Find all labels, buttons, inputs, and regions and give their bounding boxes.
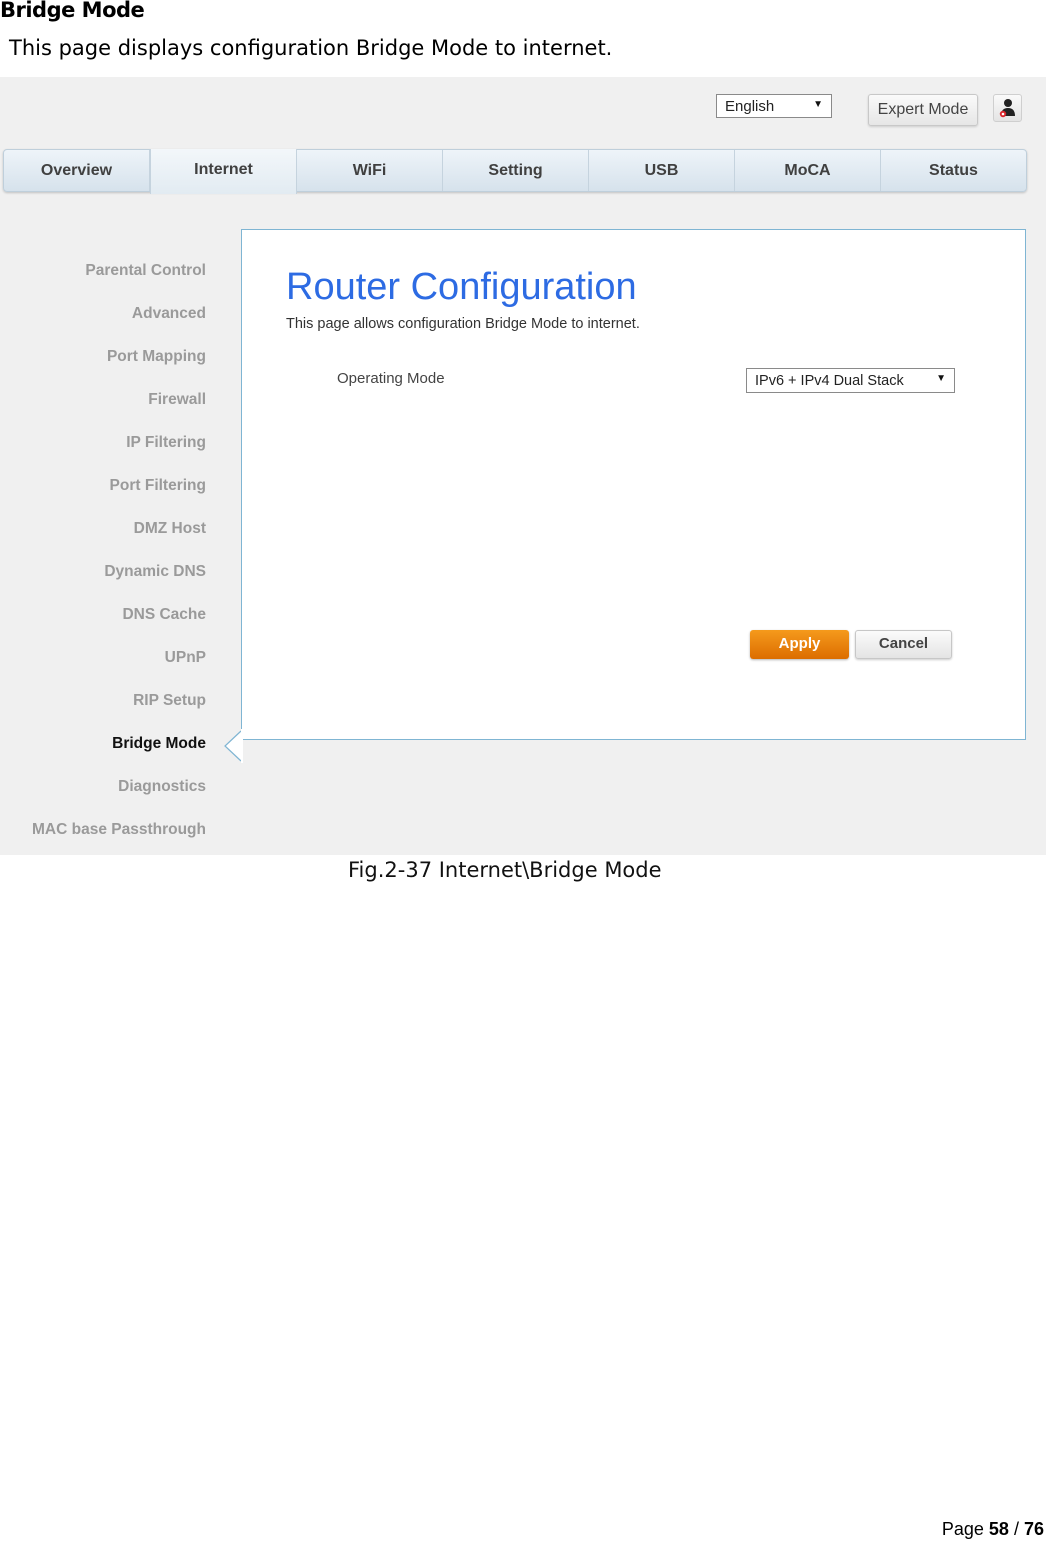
operating-mode-value: IPv6 + IPv4 Dual Stack	[755, 373, 904, 389]
language-select[interactable]: English ▼	[716, 94, 832, 118]
page-separator: /	[1013, 1519, 1019, 1539]
sidebar-item-bridge-mode[interactable]: Bridge Mode	[32, 726, 206, 769]
tab-internet[interactable]: Internet	[150, 149, 297, 194]
page-current: 58	[988, 1519, 1009, 1539]
operating-mode-select[interactable]: IPv6 + IPv4 Dual Stack ▼	[746, 368, 955, 393]
dropdown-arrow-icon: ▼	[813, 99, 823, 110]
sidebar-item-firewall[interactable]: Firewall	[32, 382, 206, 425]
sidebar-item-dns-cache[interactable]: DNS Cache	[32, 597, 206, 640]
content-panel: Router Configuration This page allows co…	[241, 229, 1026, 740]
sidebar-item-port-mapping[interactable]: Port Mapping	[32, 339, 206, 382]
page-total: 76	[1023, 1519, 1044, 1539]
sidebar-item-advanced[interactable]: Advanced	[32, 296, 206, 339]
operating-mode-label: Operating Mode	[337, 370, 445, 387]
main-nav-tabs: Overview Internet WiFi Setting USB MoCA …	[3, 149, 1027, 194]
sidebar-menu: Parental Control Advanced Port Mapping F…	[32, 253, 206, 855]
sidebar-item-upnp[interactable]: UPnP	[32, 640, 206, 683]
sidebar-item-rip-setup[interactable]: RIP Setup	[32, 683, 206, 726]
apply-button[interactable]: Apply	[750, 630, 849, 659]
page-label: Page	[941, 1519, 984, 1539]
sidebar-item-ip-filtering[interactable]: IP Filtering	[32, 425, 206, 468]
user-button[interactable]	[993, 94, 1022, 122]
sidebar-item-mac-base-passthrough[interactable]: MAC base Passthrough	[32, 812, 206, 855]
page-description: This page allows configuration Bridge Mo…	[286, 316, 640, 332]
sidebar-item-diagnostics[interactable]: Diagnostics	[32, 769, 206, 812]
expert-mode-button[interactable]: Expert Mode	[868, 94, 978, 126]
router-ui-screenshot: English ▼ Expert Mode Overview Internet …	[0, 77, 1046, 855]
dropdown-arrow-icon: ▼	[936, 373, 946, 384]
sidebar-item-dynamic-dns[interactable]: Dynamic DNS	[32, 554, 206, 597]
user-logout-icon	[999, 99, 1015, 118]
figure-caption: Fig.2-37 Internet\Bridge Mode	[348, 858, 662, 882]
section-heading: Bridge Mode	[0, 0, 145, 22]
tab-setting[interactable]: Setting	[443, 150, 589, 191]
tab-usb[interactable]: USB	[589, 150, 735, 191]
language-value: English	[725, 98, 775, 115]
active-item-pointer-icon	[224, 729, 243, 763]
cancel-button[interactable]: Cancel	[855, 630, 952, 659]
sidebar-item-dmz-host[interactable]: DMZ Host	[32, 511, 206, 554]
section-intro: This page displays configuration Bridge …	[9, 36, 613, 60]
tab-status[interactable]: Status	[881, 150, 1026, 191]
tab-moca[interactable]: MoCA	[735, 150, 881, 191]
tab-wifi[interactable]: WiFi	[297, 150, 443, 191]
page-title: Router Configuration	[286, 266, 637, 308]
tab-overview[interactable]: Overview	[4, 150, 150, 191]
sidebar-item-parental-control[interactable]: Parental Control	[32, 253, 206, 296]
sidebar-item-port-filtering[interactable]: Port Filtering	[32, 468, 206, 511]
page-number: Page 58 / 76	[942, 1519, 1044, 1540]
